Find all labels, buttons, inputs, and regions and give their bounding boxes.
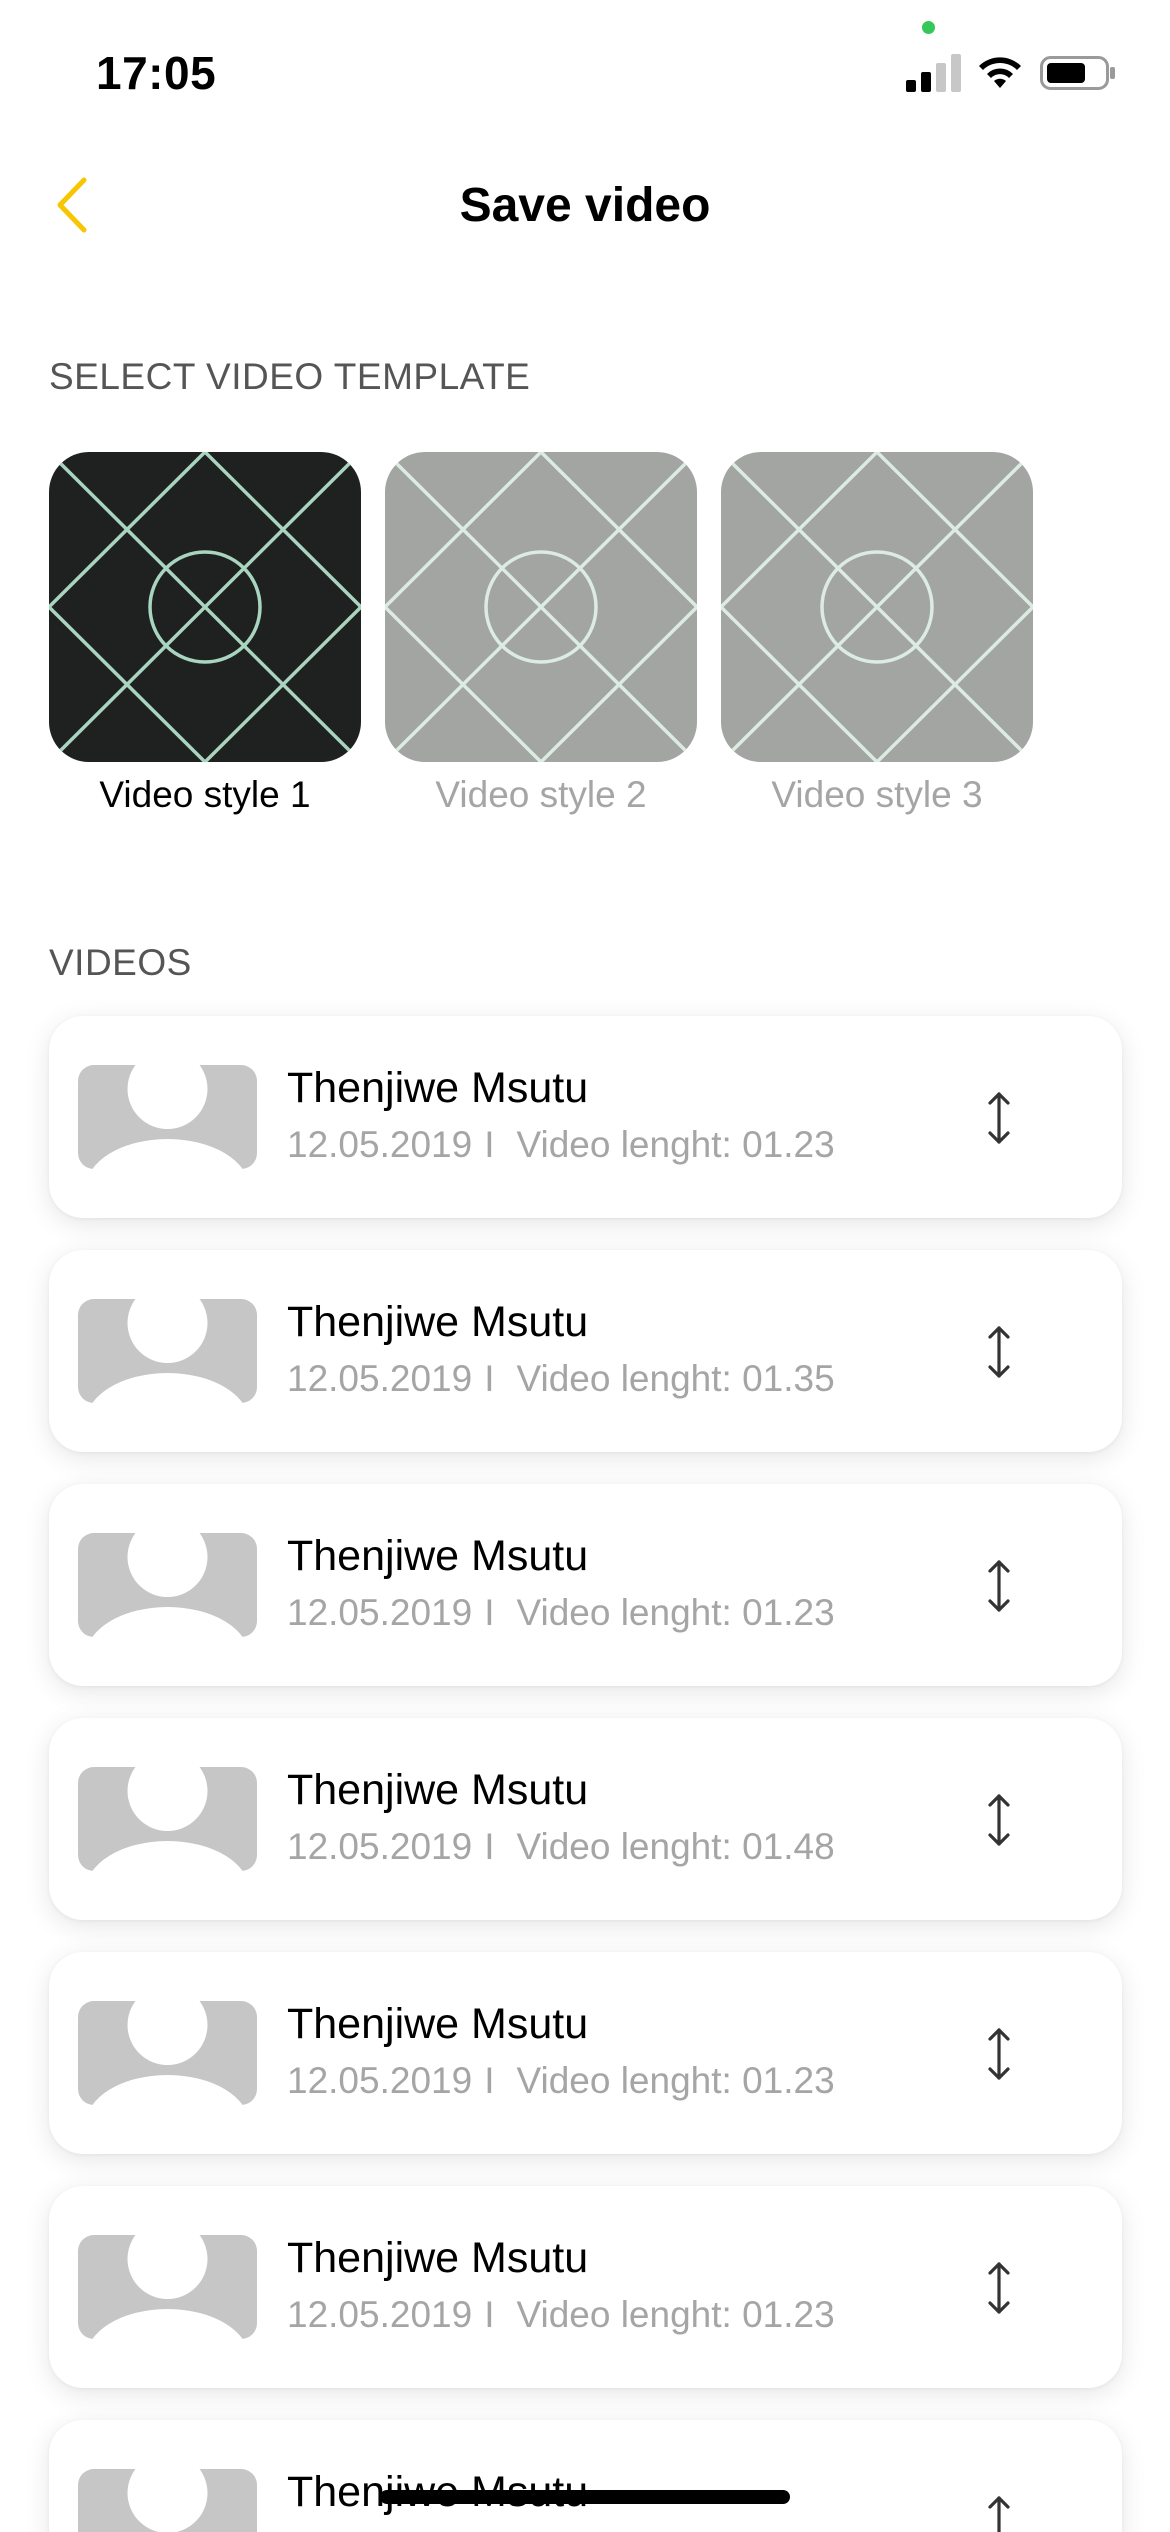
template-selector: Video style 1 Video style 2 Video style … [49,452,1033,816]
reorder-handle[interactable] [979,1778,1019,1862]
video-meta: 12.05.2019 I Video lenght: 01.48 [287,1826,835,1868]
template-label: Video style 1 [99,774,311,815]
video-length: 01.48 [742,1826,835,1867]
reorder-arrows-icon [988,1794,1010,1846]
video-length: 01.23 [742,2294,835,2335]
placeholder-grid-icon [49,452,361,762]
video-thumbnail [78,1299,257,1403]
video-date: 12.05.2019 [287,1124,473,1165]
video-date: 12.05.2019 [287,2060,473,2101]
video-length: 01.23 [742,1592,835,1633]
video-length: 01.23 [742,1124,835,1165]
video-length: 01.35 [742,1358,835,1399]
meta-separator: I [484,2294,495,2335]
battery-icon [1040,56,1115,90]
meta-separator: I [484,1358,495,1399]
reorder-arrows-icon [988,2262,1010,2314]
placeholder-grid-icon [385,452,697,762]
reorder-arrows-icon [988,2496,1010,2532]
meta-separator: I [484,1592,495,1633]
person-placeholder-icon [92,1065,243,1169]
video-list-item[interactable]: Thenjiwe Msutu 12.05.2019 I Video lenght: … [49,1718,1122,1920]
video-title: Thenjiwe Msutu [287,2234,589,2282]
reorder-arrows-icon [988,1326,1010,1378]
video-meta: 12.05.2019 I Video lenght: 01.23 [287,2294,835,2336]
person-placeholder-icon [92,1299,243,1403]
video-length-label: Video lenght: [516,1124,732,1165]
video-list-item[interactable]: Thenjiwe Msutu 12.05.2019 I Video lenght: … [49,1484,1122,1686]
meta-separator: I [484,1124,495,1165]
video-list-item[interactable]: Thenjiwe Msutu 12.05.2019 I Video lenght: … [49,1952,1122,2154]
video-title: Thenjiwe Msutu [287,1064,589,1112]
status-time: 17:05 [96,47,217,99]
person-placeholder-icon [92,2001,243,2105]
video-length-label: Video lenght: [516,1592,732,1633]
video-thumbnail [78,1533,257,1637]
wifi-icon [979,57,1021,88]
video-length-label: Video lenght: [516,2060,732,2101]
video-list-item[interactable]: Thenjiwe Msutu 12.05.2019 I Video lenght: … [49,1016,1122,1218]
video-length-label: Video lenght: [516,1826,732,1867]
navigation-bar: Save video [0,160,1170,250]
reorder-handle[interactable] [979,1310,1019,1394]
video-length-label: Video lenght: [516,1358,732,1399]
reorder-handle[interactable] [979,2246,1019,2330]
video-title: Thenjiwe Msutu [287,1298,589,1346]
template-thumbnail [385,452,697,762]
template-option-1[interactable]: Video style 1 [49,452,361,816]
person-placeholder-icon [92,1533,243,1637]
person-placeholder-icon [127,2469,208,2532]
templates-section-label: SELECT VIDEO TEMPLATE [49,356,531,397]
reorder-handle[interactable] [979,2480,1019,2532]
video-meta: 12.05.2019 I Video lenght: 01.23 [287,1124,835,1166]
video-list-item[interactable]: Thenjiwe Msutu [49,2420,1122,2532]
video-title: Thenjiwe Msutu [287,2000,589,2048]
video-length-label: Video lenght: [516,2294,732,2335]
template-thumbnail [49,452,361,762]
video-thumbnail [78,2001,257,2105]
template-label: Video style 3 [771,774,983,815]
video-meta: 12.05.2019 I Video lenght: 01.35 [287,1358,835,1400]
video-meta: 12.05.2019 I Video lenght: 01.23 [287,1592,835,1634]
home-indicator[interactable] [380,2490,790,2504]
video-date: 12.05.2019 [287,1358,473,1399]
person-placeholder-icon [92,2235,243,2339]
template-option-3[interactable]: Video style 3 [721,452,1033,816]
cellular-signal-icon [906,54,961,92]
reorder-handle[interactable] [979,1076,1019,1160]
reorder-arrows-icon [988,1560,1010,1612]
videos-section-label: VIDEOS [49,942,192,983]
video-thumbnail [78,2469,257,2532]
video-meta: 12.05.2019 I Video lenght: 01.23 [287,2060,835,2102]
video-title: Thenjiwe Msutu [287,1766,589,1814]
video-list: Thenjiwe Msutu 12.05.2019 I Video lenght: … [49,1016,1122,2532]
template-thumbnail [721,452,1033,762]
video-thumbnail [78,1065,257,1169]
video-list-item[interactable]: Thenjiwe Msutu 12.05.2019 I Video lenght: … [49,1250,1122,1452]
meta-separator: I [484,1826,495,1867]
status-bar: 17:05 [0,0,1170,140]
template-label: Video style 2 [435,774,647,815]
video-date: 12.05.2019 [287,1826,473,1867]
page-title: Save video [459,179,711,232]
video-title: Thenjiwe Msutu [287,1532,589,1580]
video-thumbnail [78,2235,257,2339]
video-thumbnail [78,1767,257,1871]
video-date: 12.05.2019 [287,2294,473,2335]
reorder-arrows-icon [988,2028,1010,2080]
privacy-indicator-dot [922,21,935,34]
template-option-2[interactable]: Video style 2 [385,452,697,816]
reorder-handle[interactable] [979,2012,1019,2096]
person-placeholder-icon [92,1767,243,1871]
video-date: 12.05.2019 [287,1592,473,1633]
video-length: 01.23 [742,2060,835,2101]
video-list-item[interactable]: Thenjiwe Msutu 12.05.2019 I Video lenght: … [49,2186,1122,2388]
reorder-handle[interactable] [979,1544,1019,1628]
reorder-arrows-icon [988,1092,1010,1144]
placeholder-grid-icon [721,452,1033,762]
meta-separator: I [484,2060,495,2101]
